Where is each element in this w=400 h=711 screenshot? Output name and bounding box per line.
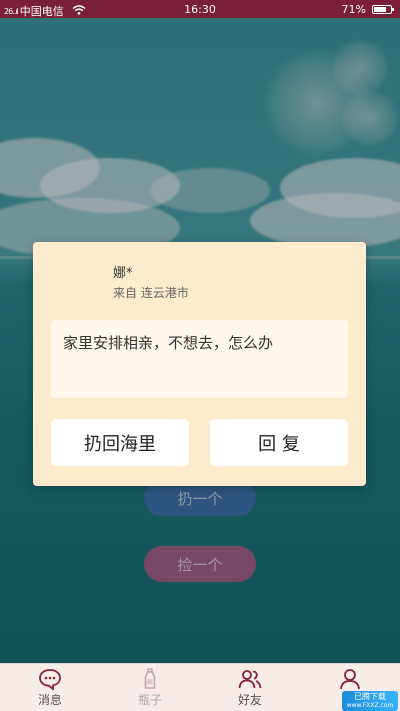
- battery-icon: [372, 5, 394, 14]
- watermark-line1: 已腾下载: [354, 692, 386, 701]
- sender-name: 娜*: [113, 266, 133, 281]
- bottle-message-dialog: 娜* 来自 连云港市 家里安排相亲，不想去，怎么办 扔回海里 回 复: [33, 242, 366, 486]
- tab-messages[interactable]: 消息: [0, 664, 100, 711]
- reply-button[interactable]: 回 复: [210, 419, 348, 466]
- bottom-tab-bar: 消息 瓶子 好友 我: [0, 663, 400, 711]
- site-watermark-logo: 已腾下载 www.FXXZ.com: [342, 691, 398, 711]
- message-content: 家里安排相亲，不想去，怎么办: [51, 320, 348, 398]
- sender-origin: 来自 连云港市: [113, 286, 189, 300]
- tab-friends-label: 好友: [237, 692, 262, 707]
- clock: 16:30: [184, 3, 216, 16]
- bottle-icon: [138, 667, 162, 690]
- watermark-line2: www.FXXZ.com: [346, 702, 394, 709]
- battery-percent: 71%: [341, 3, 366, 16]
- status-bar: 26..ıl 中国电信 16:30 71%: [0, 0, 400, 18]
- tab-friends[interactable]: 好友: [200, 664, 300, 711]
- tab-messages-label: 消息: [37, 692, 62, 707]
- profile-icon: [338, 668, 362, 690]
- message-bubble-icon: [38, 668, 62, 691]
- tab-bottles[interactable]: 瓶子: [100, 664, 200, 711]
- tab-bottles-label: 瓶子: [137, 692, 162, 707]
- friends-icon: [238, 668, 262, 690]
- return-to-sea-button[interactable]: 扔回海里: [51, 419, 189, 466]
